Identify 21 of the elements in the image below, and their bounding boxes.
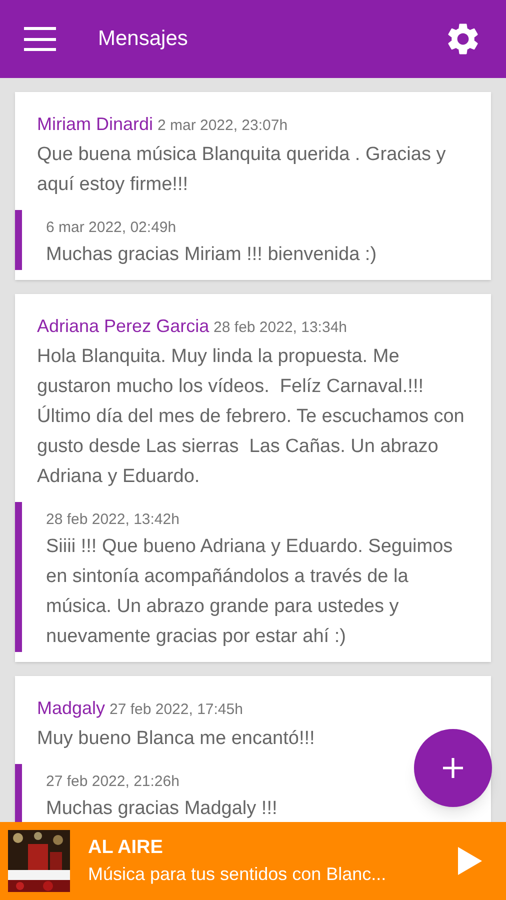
reply-date: 28 feb 2022, 13:42h — [46, 510, 180, 530]
message-date: 27 feb 2022, 17:45h — [110, 701, 243, 718]
reply-text: Muchas gracias Miriam !!! bienvenida :) — [46, 243, 378, 267]
reply-date: 27 feb 2022, 21:26h — [46, 772, 180, 792]
message-text: Hola Blanquita. Muy linda la propuesta. Me gustaron mucho los vídeos. Felíz Carnaval.!!! Último día del mes de febrero. Te escuchamos con gusto desde Las sierras Las Cañas. Un abrazo Adriana y Eduardo. — [37, 345, 466, 489]
reply-date: 6 mar 2022, 02:49h — [46, 218, 178, 238]
author-name: Madgaly — [37, 698, 106, 718]
message-text: Muy bueno Blanca me encantó!!! — [37, 727, 316, 751]
message-text: Que buena música Blanquita querida . Gracias y aquí estoy firme!!! — [37, 143, 447, 197]
message-date: 2 mar 2022, 23:07h — [157, 117, 288, 134]
author-name: Miriam Dinardi — [37, 114, 154, 134]
reply-text: Muchas gracias Madgaly !!! — [46, 797, 278, 821]
reply-text: Siiii !!! Que bueno Adriana y Eduardo. Seguimos en sintonía acompañándolos a través de la música. Un abrazo grande para ustedes y nuevamente gracias por estar ahí :) — [46, 535, 454, 649]
menu-icon[interactable] — [24, 27, 56, 51]
author-name: Adriana Perez Garcia — [37, 316, 210, 336]
play-icon — [458, 847, 482, 875]
message-date: 28 feb 2022, 13:34h — [214, 319, 348, 336]
app-title: Mensajes — [98, 26, 189, 52]
on-air-label: AL AIRE — [88, 836, 164, 860]
program-title: Música para tus sentidos con Blanc... — [88, 863, 388, 886]
plus-icon — [441, 756, 465, 780]
